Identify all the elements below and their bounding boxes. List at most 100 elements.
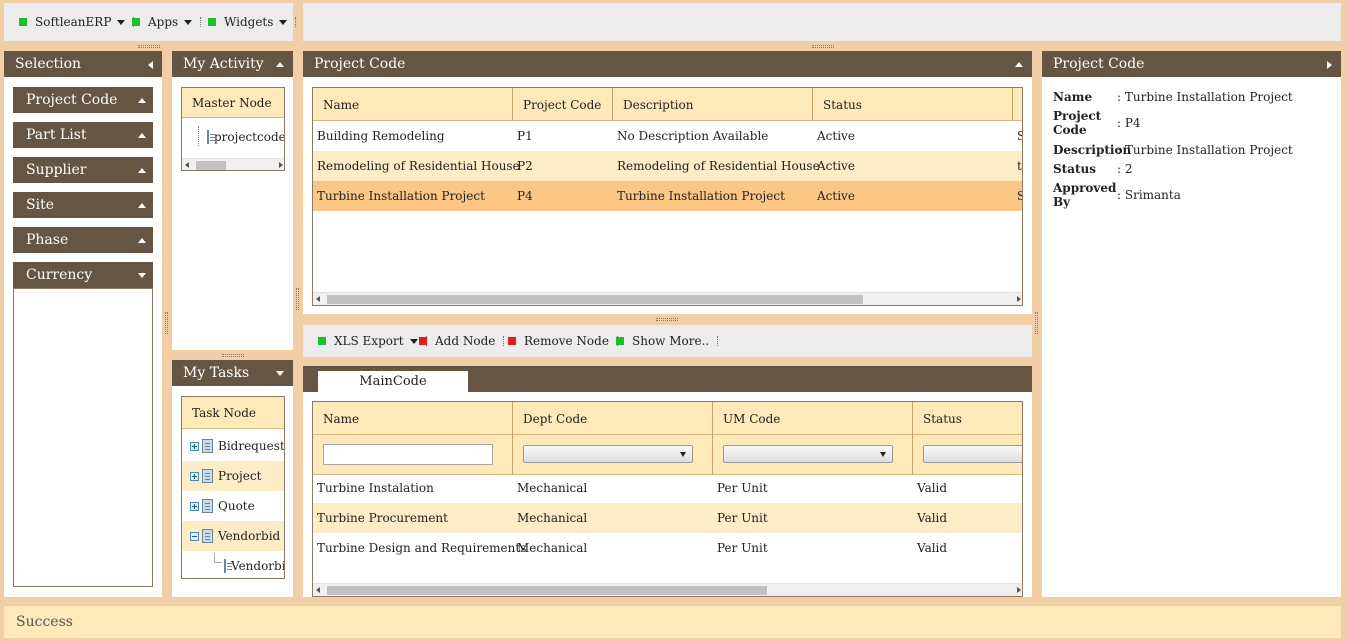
scroll-right-icon[interactable] — [279, 162, 283, 168]
show-more-button[interactable]: Show More.. — [616, 332, 719, 350]
cell-dept: Mechanical — [517, 511, 588, 525]
horizontal-scrollbar[interactable] — [313, 583, 1022, 596]
chevron-up-icon — [138, 238, 146, 243]
accordion-label: Part List — [26, 127, 87, 143]
chevron-down-icon[interactable] — [276, 371, 284, 376]
table-row[interactable]: Remodeling of Residential House P2 Remod… — [313, 151, 1022, 181]
column-header-name[interactable]: Name — [313, 88, 513, 121]
splitter-grip[interactable] — [165, 312, 168, 334]
dept-code-filter-select[interactable] — [523, 445, 693, 463]
cell-name: Building Remodeling — [317, 129, 445, 143]
selection-title: Selection — [15, 56, 82, 72]
column-label: Dept Code — [523, 411, 588, 426]
detail-label: Status — [1053, 162, 1097, 176]
scroll-thumb[interactable] — [327, 586, 767, 595]
tree-node-vendorbid[interactable]: Vendorbid — [182, 521, 284, 551]
selection-panel: Selection Project Code Part List Supplie… — [4, 51, 162, 597]
horizontal-scrollbar[interactable] — [313, 292, 1022, 305]
button-label: Add Node — [435, 334, 496, 348]
splitter-grip[interactable] — [296, 288, 299, 310]
scroll-left-icon[interactable] — [316, 587, 320, 593]
expand-plus-icon[interactable] — [190, 501, 199, 511]
master-node-tree: Master Node projectcode — [181, 87, 285, 171]
splitter-grip[interactable] — [812, 45, 834, 48]
tree-node-label: Project — [218, 469, 262, 483]
caret-down-icon — [409, 338, 418, 344]
scroll-thumb[interactable] — [196, 161, 226, 170]
accordion-supplier[interactable]: Supplier — [13, 157, 153, 183]
splitter-grip[interactable] — [222, 354, 244, 357]
column-header-project-code[interactable]: Project Code — [513, 88, 613, 121]
green-square-icon — [616, 337, 624, 345]
status-filter-select[interactable] — [923, 445, 1022, 463]
tree-node-label: Vendorbid — [231, 559, 284, 573]
scroll-right-icon[interactable] — [1017, 296, 1021, 302]
tree-node-vendorbid-child[interactable]: Vendorbid — [224, 551, 284, 578]
accordion-part-list[interactable]: Part List — [13, 122, 153, 148]
table-row[interactable]: Turbine Design and Requirements Mechanic… — [313, 533, 1022, 563]
tab-maincode[interactable]: MainCode — [318, 371, 468, 392]
column-header-um-code[interactable]: UM Code — [713, 402, 913, 435]
accordion-label: Currency — [26, 267, 93, 283]
splitter-grip[interactable] — [138, 45, 160, 48]
tree-node-bidrequest[interactable]: Bidrequest — [182, 431, 284, 461]
tree-line — [214, 553, 222, 563]
column-header-dept-code[interactable]: Dept Code — [513, 402, 713, 435]
table-row[interactable]: Turbine Procurement Mechanical Per Unit … — [313, 503, 1022, 533]
add-node-button[interactable]: Add Node — [419, 332, 505, 350]
column-header-name[interactable]: Name — [313, 402, 513, 435]
divider — [712, 435, 713, 475]
separator — [717, 336, 719, 346]
collapse-left-icon[interactable] — [148, 61, 153, 69]
status-message: Success — [16, 614, 73, 630]
project-grid-header: Name Project Code Description Status — [313, 88, 1022, 121]
detail-value: : Srimanta — [1117, 188, 1181, 202]
accordion-currency[interactable]: Currency — [13, 262, 153, 288]
name-filter-input[interactable] — [323, 444, 493, 465]
separator — [200, 17, 202, 27]
tree-node-quote[interactable]: Quote — [182, 491, 284, 521]
menu-softleanerp[interactable]: SoftleanERP — [19, 13, 135, 31]
scroll-right-icon[interactable] — [1017, 587, 1021, 593]
table-row[interactable]: Turbine Instalation Mechanical Per Unit … — [313, 473, 1022, 503]
xls-export-button[interactable]: XLS Export — [318, 332, 427, 350]
collapse-minus-icon[interactable] — [190, 531, 199, 541]
column-label: UM Code — [723, 411, 781, 426]
chevron-up-icon — [138, 98, 146, 103]
splitter-grip[interactable] — [1035, 312, 1038, 334]
expand-plus-icon[interactable] — [190, 441, 199, 451]
column-header-status[interactable]: Status — [813, 88, 1013, 121]
cell-name: Turbine Design and Requirements — [317, 541, 527, 555]
menu-apps[interactable]: Apps — [132, 13, 202, 31]
column-header-status[interactable]: Status — [913, 402, 1022, 435]
horizontal-scrollbar[interactable] — [182, 158, 284, 170]
accordion-phase[interactable]: Phase — [13, 227, 153, 253]
scroll-left-icon[interactable] — [316, 296, 320, 302]
scroll-thumb[interactable] — [327, 295, 863, 304]
chevron-up-icon[interactable] — [1015, 62, 1023, 67]
chevron-up-icon[interactable] — [276, 62, 284, 67]
expand-plus-icon[interactable] — [190, 471, 199, 481]
project-grid: Name Project Code Description Status Bui… — [312, 87, 1023, 306]
column-label: Name — [323, 97, 360, 112]
um-code-filter-select[interactable] — [723, 445, 893, 463]
remove-node-button[interactable]: Remove Node — [508, 332, 618, 350]
table-row[interactable]: Building Remodeling P1 No Description Av… — [313, 121, 1022, 151]
accordion-site[interactable]: Site — [13, 192, 153, 218]
table-row-selected[interactable]: Turbine Installation Project P4 Turbine … — [313, 181, 1022, 211]
collapse-right-icon[interactable] — [1327, 61, 1332, 69]
splitter-grip[interactable] — [656, 318, 678, 321]
tab-label: MainCode — [359, 374, 427, 389]
document-icon — [202, 499, 213, 513]
accordion-project-code[interactable]: Project Code — [13, 87, 153, 113]
tree-node-projectcode[interactable]: projectcode — [207, 122, 284, 152]
column-label: Master Node — [192, 95, 272, 110]
cell-overflow: S — [1013, 181, 1022, 211]
scroll-left-icon[interactable] — [185, 162, 189, 168]
tree-node-project[interactable]: Project — [182, 461, 284, 491]
menu-widgets[interactable]: Widgets — [208, 13, 297, 31]
document-icon — [202, 529, 213, 543]
maincode-grid: Name Dept Code UM Code Status Turbine In… — [312, 401, 1023, 597]
detail-label-line: Project — [1053, 109, 1102, 123]
column-header-description[interactable]: Description — [613, 88, 813, 121]
